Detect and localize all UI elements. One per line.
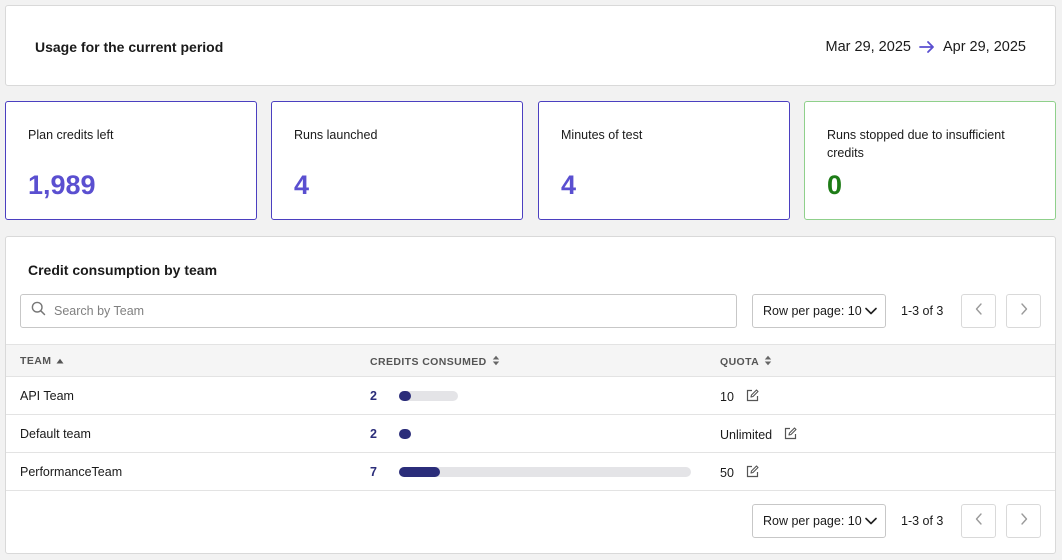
prev-page-button[interactable] <box>961 504 996 538</box>
rows-per-page-label: Row per page: 10 <box>763 304 862 318</box>
chevron-down-icon <box>865 514 877 528</box>
chevron-right-icon <box>1020 512 1028 530</box>
table-row: PerformanceTeam 7 50 <box>6 453 1055 491</box>
quota-cell: 50 <box>720 465 759 481</box>
stat-card-runs-stopped: Runs stopped due to insufficient credits… <box>804 101 1056 220</box>
chevron-left-icon <box>975 512 983 530</box>
credits-bar <box>399 391 458 401</box>
stat-value: 1,989 <box>28 170 96 200</box>
chevron-down-icon <box>865 304 877 318</box>
quota-value: 50 <box>720 466 734 480</box>
search-box[interactable] <box>20 294 737 328</box>
pagination-range: 1-3 of 3 <box>901 514 944 528</box>
chevron-right-icon <box>1020 302 1028 320</box>
stat-card-plan-credits: Plan credits left 1,989 <box>5 101 257 220</box>
rows-per-page-select[interactable]: Row per page: 10 <box>752 294 886 328</box>
credits-bar <box>399 429 411 439</box>
sort-ascending-icon <box>56 355 64 367</box>
search-input[interactable] <box>52 303 702 319</box>
pagination-top: Row per page: 10 1-3 of 3 <box>752 294 1041 328</box>
chevron-left-icon <box>975 302 983 320</box>
arrow-right-icon <box>919 40 935 54</box>
date-start: Mar 29, 2025 <box>825 39 911 55</box>
quota-value: Unlimited <box>720 428 773 442</box>
credits-bar-fill <box>399 391 411 401</box>
sort-icon <box>764 355 772 369</box>
table-row: API Team 2 10 <box>6 377 1055 415</box>
stat-label: Plan credits left <box>28 128 114 142</box>
sort-icon <box>492 355 500 369</box>
stat-label: Runs stopped due to insufficient credits <box>827 128 1005 160</box>
quota-cell: 10 <box>720 389 759 405</box>
pagination-bottom: Row per page: 10 1-3 of 3 <box>752 504 1041 538</box>
next-page-button[interactable] <box>1006 294 1041 328</box>
table-row: Default team 2 Unlimited <box>6 415 1055 453</box>
pagination-range: 1-3 of 3 <box>901 304 944 318</box>
credits-value: 7 <box>370 465 377 479</box>
team-name: API Team <box>20 389 74 403</box>
stat-card-runs-launched: Runs launched 4 <box>271 101 523 220</box>
stat-label: Runs launched <box>294 128 378 142</box>
stat-card-minutes-of-test: Minutes of test 4 <box>538 101 790 220</box>
credits-bar-fill <box>399 467 440 477</box>
quota-value: 10 <box>720 390 734 404</box>
column-header-quota[interactable]: QUOTA <box>720 355 772 369</box>
section-title: Credit consumption by team <box>28 262 218 278</box>
edit-icon[interactable] <box>746 389 759 405</box>
stat-value: 4 <box>561 170 577 200</box>
prev-page-button[interactable] <box>961 294 996 328</box>
column-header-credits[interactable]: CREDITS CONSUMED <box>370 355 500 369</box>
team-name: Default team <box>20 427 91 441</box>
table-header: TEAM CREDITS CONSUMED QUOTA <box>6 344 1055 377</box>
date-range: Mar 29, 2025 Apr 29, 2025 <box>826 39 1027 55</box>
credits-bar <box>399 467 691 477</box>
search-icon <box>31 301 46 321</box>
stat-value: 4 <box>294 170 310 200</box>
credits-value: 2 <box>370 389 377 403</box>
next-page-button[interactable] <box>1006 504 1041 538</box>
page-title: Usage for the current period <box>35 39 224 55</box>
rows-per-page-label: Row per page: 10 <box>763 514 862 528</box>
date-end: Apr 29, 2025 <box>942 39 1026 55</box>
edit-icon[interactable] <box>746 465 759 481</box>
stat-label: Minutes of test <box>561 128 643 142</box>
column-header-team[interactable]: TEAM <box>20 355 64 367</box>
edit-icon[interactable] <box>784 427 797 443</box>
team-name: PerformanceTeam <box>20 465 123 479</box>
stat-value: 0 <box>827 170 843 200</box>
team-consumption-card: Credit consumption by team Row per page:… <box>5 236 1056 554</box>
credits-value: 2 <box>370 427 377 441</box>
rows-per-page-select[interactable]: Row per page: 10 <box>752 504 886 538</box>
quota-cell: Unlimited <box>720 427 797 443</box>
usage-period-card: Usage for the current period Mar 29, 202… <box>5 5 1056 86</box>
